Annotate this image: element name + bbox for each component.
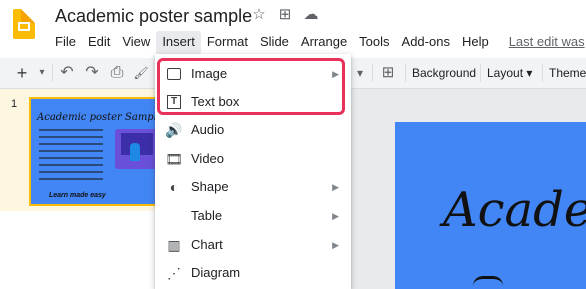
redo-icon[interactable]: ↷ <box>83 63 101 83</box>
star-icon[interactable]: ☆ <box>251 7 267 23</box>
menu-format[interactable]: Format <box>201 31 254 55</box>
slide-thumbnail[interactable]: Academic poster Sample Learn made easy <box>29 97 159 206</box>
menu-help[interactable]: Help <box>456 31 495 55</box>
chart-icon: ▥ <box>167 237 181 253</box>
comment-icon[interactable]: ⊞ <box>379 63 397 83</box>
menu-item-chart[interactable]: ▥ Chart ▶ <box>155 231 351 259</box>
move-to-folder-icon[interactable]: ⊞ <box>277 7 293 23</box>
new-slide-dropdown-icon[interactable]: ▾ <box>36 63 48 83</box>
thumbnail-text-lines <box>39 129 103 185</box>
diagram-icon: ⋰ <box>167 265 181 281</box>
toolbar-divider <box>372 64 373 82</box>
document-title[interactable]: Academic poster sample <box>55 6 252 27</box>
toolbar-divider <box>52 64 53 82</box>
menu-item-shape[interactable]: ◐ Shape ▶ <box>155 173 351 201</box>
thumbnail-graphic <box>115 129 157 169</box>
menu-item-video[interactable]: 🎞 Video <box>155 145 351 173</box>
submenu-arrow-icon: ▶ <box>332 182 339 192</box>
submenu-arrow-icon: ▶ <box>332 211 339 221</box>
menu-file[interactable]: File <box>49 31 82 55</box>
menu-item-table[interactable]: Table ▶ <box>155 202 351 230</box>
background-button[interactable]: Background <box>412 63 476 83</box>
menu-arrange[interactable]: Arrange <box>295 31 353 55</box>
annotation-highlight-box <box>157 58 345 115</box>
theme-button[interactable]: Theme <box>549 63 586 83</box>
menu-slide[interactable]: Slide <box>254 31 295 55</box>
print-icon[interactable]: ⎙ <box>108 63 126 83</box>
slide-number: 1 <box>11 98 18 110</box>
thumbnail-footer: Learn made easy <box>49 192 106 199</box>
shape-icon: ◐ <box>169 179 179 195</box>
menu-add-ons[interactable]: Add-ons <box>396 31 456 55</box>
cloud-saved-icon[interactable]: ☁ <box>303 7 319 23</box>
menu-item-label: Video <box>191 151 225 166</box>
cursor-dropdown-icon[interactable]: ▾ <box>353 63 367 83</box>
thumbnail-title: Academic poster Sample <box>37 112 159 123</box>
menu-insert[interactable]: Insert <box>156 31 201 55</box>
menu-item-label: Chart <box>191 237 223 252</box>
slide-canvas[interactable]: Academ <box>395 122 586 289</box>
toolbar-divider <box>480 64 481 82</box>
toolbar-divider <box>405 64 406 82</box>
menubar: File Edit View Insert Format Slide Arran… <box>49 31 586 55</box>
last-edit-link[interactable]: Last edit was <box>503 31 586 55</box>
new-slide-button[interactable]: + <box>14 63 30 83</box>
toolbar-divider <box>542 64 543 82</box>
slide-subtitle-fragment <box>473 276 503 289</box>
video-icon: 🎞 <box>165 151 183 167</box>
audio-icon: 🔊 <box>165 122 183 138</box>
menu-item-label: Shape <box>191 179 229 194</box>
layout-button[interactable]: Layout ▾ <box>487 63 533 83</box>
submenu-arrow-icon: ▶ <box>332 240 339 250</box>
menu-tools[interactable]: Tools <box>353 31 395 55</box>
menu-item-label: Table <box>191 208 223 223</box>
undo-icon[interactable]: ↶ <box>58 63 76 83</box>
menu-view[interactable]: View <box>116 31 156 55</box>
paint-format-icon[interactable]: 🖌 <box>132 63 150 83</box>
menu-edit[interactable]: Edit <box>82 31 116 55</box>
slide-title[interactable]: Academ <box>443 182 586 238</box>
menu-item-audio[interactable]: 🔊 Audio <box>155 116 351 144</box>
menu-item-label: Audio <box>191 122 225 137</box>
title-bar: Academic poster sample ☆ ⊞ ☁ File Edit V… <box>0 0 586 58</box>
menu-item-label: Diagram <box>191 265 241 280</box>
menu-item-diagram[interactable]: ⋰ Diagram <box>155 259 351 287</box>
slides-logo-icon[interactable] <box>13 9 35 39</box>
title-icons: ☆ ⊞ ☁ <box>251 7 319 23</box>
